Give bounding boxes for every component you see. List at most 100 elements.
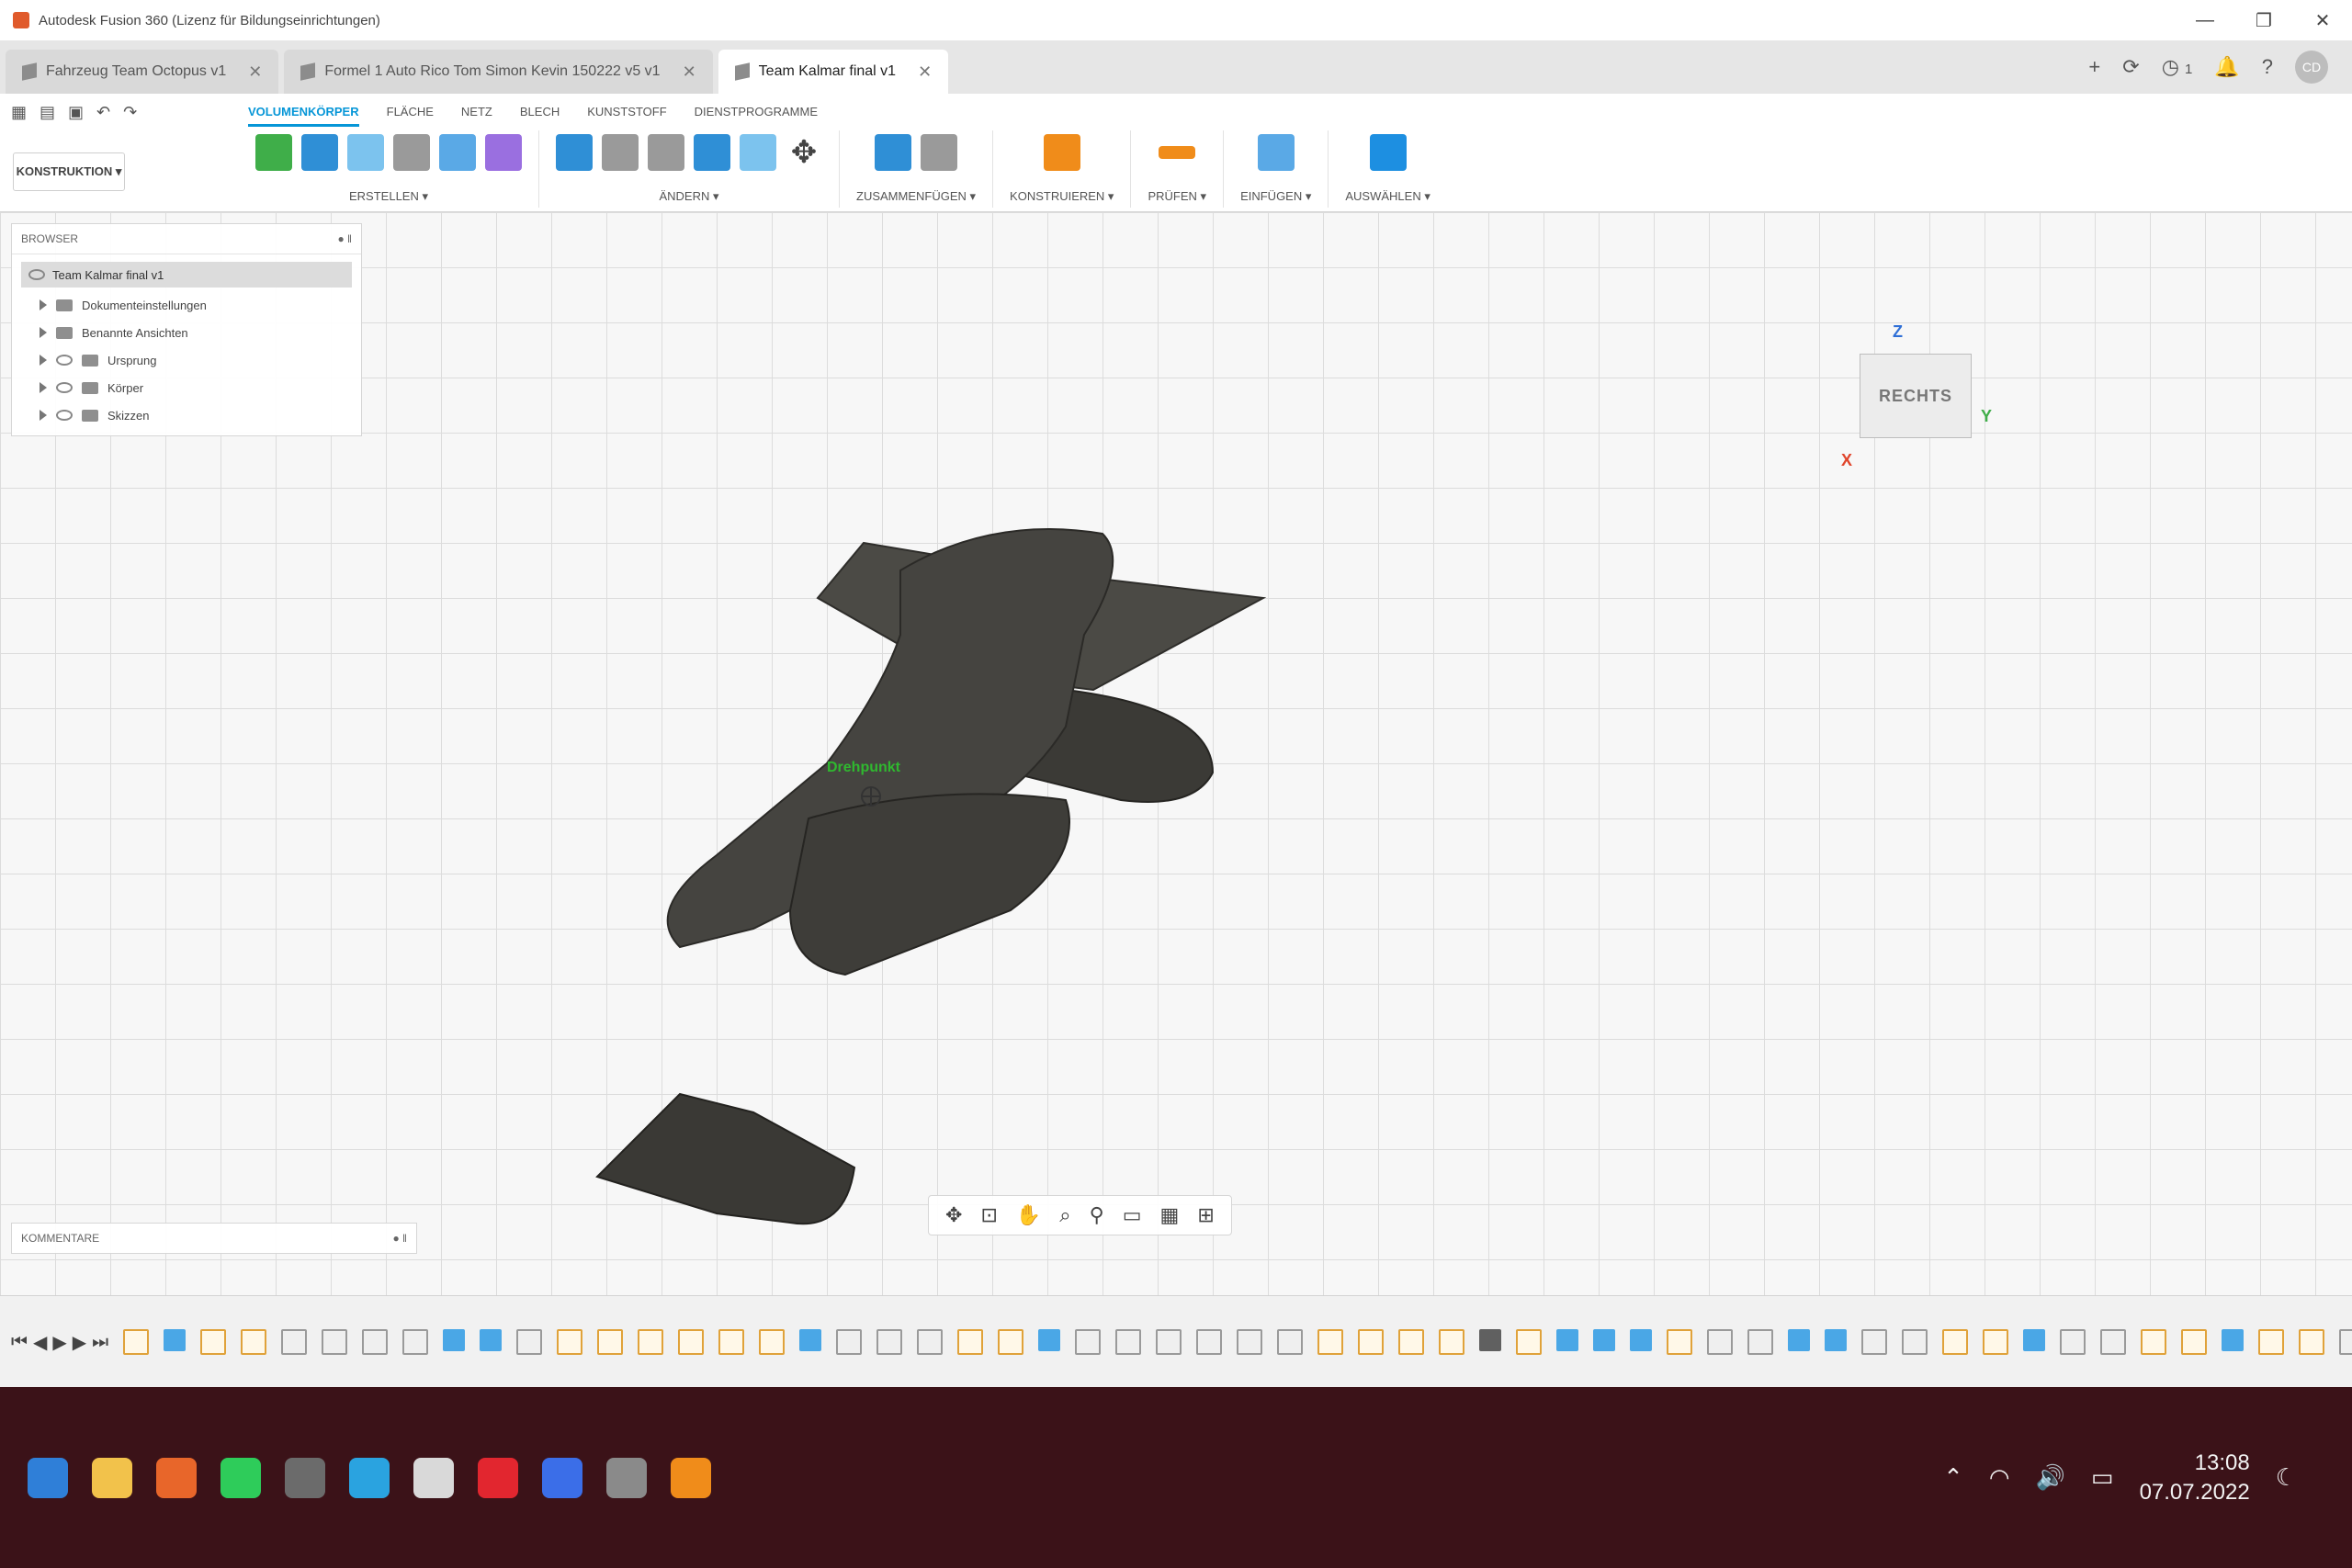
tab-formel-1-auto[interactable]: Formel 1 Auto Rico Tom Simon Kevin 15022… xyxy=(284,50,713,94)
tab-dienstprogramme[interactable]: DIENSTPROGRAMME xyxy=(695,105,818,127)
close-tab-icon[interactable]: ✕ xyxy=(918,62,932,82)
viewports-icon[interactable]: ⊞ xyxy=(1197,1203,1214,1227)
timeline-sketch-icon[interactable] xyxy=(1983,1329,2009,1355)
timeline-extrude-icon[interactable] xyxy=(443,1329,466,1351)
tab-fahrzeug-team-octopus[interactable]: Fahrzeug Team Octopus v1 ✕ xyxy=(6,50,279,94)
comments-toggle-icon[interactable]: ● ‖ xyxy=(392,1232,407,1245)
timeline-sketch-icon[interactable] xyxy=(2299,1329,2325,1355)
timeline-extrude-icon[interactable] xyxy=(1788,1329,1811,1351)
expand-arrow-icon[interactable] xyxy=(40,382,47,393)
tab-flaeche[interactable]: FLÄCHE xyxy=(387,105,434,127)
timeline-move-icon[interactable] xyxy=(1479,1329,1502,1351)
timeline-fillet-icon[interactable] xyxy=(1861,1329,1888,1355)
timeline-fillet-icon[interactable] xyxy=(362,1329,389,1355)
timeline-extrude-icon[interactable] xyxy=(164,1329,187,1351)
minimize-button[interactable]: — xyxy=(2176,0,2234,40)
look-at-icon[interactable]: ⊡ xyxy=(980,1203,997,1227)
extensions-icon[interactable]: ⟳ xyxy=(2122,55,2139,79)
canvas-viewport[interactable]: Drehpunkt BROWSER ● ‖ Team Kalmar final … xyxy=(0,212,2352,1295)
tab-volumenkoerper[interactable]: VOLUMENKÖRPER xyxy=(248,105,359,127)
telegram-app-icon[interactable] xyxy=(349,1457,390,1498)
timeline-fillet-icon[interactable] xyxy=(516,1329,543,1355)
start-app-icon[interactable] xyxy=(28,1457,68,1498)
firefox-app-icon[interactable] xyxy=(156,1457,197,1498)
timeline-sketch-icon[interactable] xyxy=(597,1329,624,1355)
timeline-extrude-icon[interactable] xyxy=(1630,1329,1653,1351)
browser-item-benannte-ansichten[interactable]: Benannte Ansichten xyxy=(12,319,361,346)
chevron-up-icon[interactable]: ⌃ xyxy=(1943,1463,1963,1492)
group-label-konstruieren[interactable]: KONSTRUIEREN ▾ xyxy=(1010,189,1114,204)
side-pod[interactable] xyxy=(788,793,1070,976)
timeline-sketch-icon[interactable] xyxy=(759,1329,786,1355)
explorer-app-icon[interactable] xyxy=(92,1457,132,1498)
timeline-sketch-icon[interactable] xyxy=(718,1329,745,1355)
timeline-extrude-icon[interactable] xyxy=(1593,1329,1616,1351)
visibility-eye-icon[interactable] xyxy=(28,269,45,280)
timeline-fillet-icon[interactable] xyxy=(1707,1329,1734,1355)
new-component-icon[interactable] xyxy=(875,134,912,171)
visibility-eye-icon[interactable] xyxy=(56,355,73,366)
timeline-fillet-icon[interactable] xyxy=(2100,1329,2127,1355)
file-menu-icon[interactable]: ▤ xyxy=(40,103,55,122)
timeline-sketch-icon[interactable] xyxy=(2181,1329,2208,1355)
chrome-app-icon[interactable] xyxy=(413,1457,454,1498)
browser-collapse-icon[interactable]: ● ‖ xyxy=(337,232,352,245)
timeline-fillet-icon[interactable] xyxy=(1902,1329,1928,1355)
timeline-sketch-icon[interactable] xyxy=(1358,1329,1385,1355)
comments-panel[interactable]: KOMMENTARE ● ‖ xyxy=(11,1223,417,1254)
timeline-fillet-icon[interactable] xyxy=(1115,1329,1142,1355)
timeline-play-icon[interactable]: ▶ xyxy=(52,1331,66,1354)
restore-button[interactable]: ❐ xyxy=(2234,0,2293,40)
notifications-bell-icon[interactable]: 🔔 xyxy=(2214,55,2239,79)
expand-arrow-icon[interactable] xyxy=(40,410,47,421)
redo-icon[interactable]: ↷ xyxy=(123,103,137,122)
timeline-fillet-icon[interactable] xyxy=(1075,1329,1102,1355)
measure-icon[interactable] xyxy=(1159,146,1196,159)
browser-item-ursprung[interactable]: Ursprung xyxy=(12,346,361,374)
timeline-fillet-icon[interactable] xyxy=(876,1329,903,1355)
timeline-sketch-icon[interactable] xyxy=(1398,1329,1425,1355)
grid-settings-icon[interactable]: ▦ xyxy=(1160,1203,1180,1227)
zoom-icon[interactable]: ⚲ xyxy=(1090,1203,1104,1227)
timeline-sketch-icon[interactable] xyxy=(678,1329,705,1355)
select-icon[interactable] xyxy=(1369,134,1407,171)
group-label-auswaehlen[interactable]: AUSWÄHLEN ▾ xyxy=(1345,189,1430,204)
browser-item-dokumenteinstellungen[interactable]: Dokumenteinstellungen xyxy=(12,291,361,319)
system-clock[interactable]: 13:08 07.07.2022 xyxy=(2140,1449,2250,1507)
group-label-erstellen[interactable]: ERSTELLEN ▾ xyxy=(349,189,428,204)
volume-icon[interactable]: 🔊 xyxy=(2036,1463,2065,1492)
wifi-icon[interactable]: ◠ xyxy=(1989,1463,2010,1492)
signal-app-icon[interactable] xyxy=(542,1457,582,1498)
timeline-sketch-icon[interactable] xyxy=(1439,1329,1465,1355)
timeline-fillet-icon[interactable] xyxy=(1277,1329,1304,1355)
expand-arrow-icon[interactable] xyxy=(40,299,47,310)
timeline-first-icon[interactable]: ⏮ xyxy=(11,1332,28,1353)
timeline-sketch-icon[interactable] xyxy=(241,1329,267,1355)
display-settings-icon[interactable]: ▭ xyxy=(1123,1203,1142,1227)
pattern-icon[interactable] xyxy=(439,134,476,171)
job-status-icon[interactable]: ◷ 1 xyxy=(2162,55,2193,79)
zoom-window-icon[interactable]: ⌕ xyxy=(1059,1203,1070,1227)
data-panel-icon[interactable]: ▦ xyxy=(11,103,27,122)
expand-arrow-icon[interactable] xyxy=(40,355,47,366)
visibility-eye-icon[interactable] xyxy=(56,382,73,393)
browser-item-skizzen[interactable]: Skizzen xyxy=(12,401,361,429)
timeline-sketch-icon[interactable] xyxy=(1516,1329,1543,1355)
front-wing[interactable] xyxy=(595,1092,856,1225)
focus-moon-icon[interactable]: ☾ xyxy=(2276,1463,2297,1492)
group-label-einfuegen[interactable]: EINFÜGEN ▾ xyxy=(1240,189,1311,204)
insert-image-icon[interactable] xyxy=(1257,134,1295,171)
timeline-extrude-icon[interactable] xyxy=(2023,1329,2046,1351)
timeline-extrude-icon[interactable] xyxy=(480,1329,503,1351)
close-button[interactable]: ✕ xyxy=(2293,0,2352,40)
orbit-icon[interactable]: ✥ xyxy=(945,1203,962,1227)
revolve-icon[interactable] xyxy=(347,134,384,171)
close-tab-icon[interactable]: ✕ xyxy=(683,62,696,82)
timeline-sketch-icon[interactable] xyxy=(2141,1329,2167,1355)
expand-arrow-icon[interactable] xyxy=(40,327,47,338)
tab-blech[interactable]: BLECH xyxy=(520,105,560,127)
timeline-sketch-icon[interactable] xyxy=(200,1329,227,1355)
timeline-sketch-icon[interactable] xyxy=(1667,1329,1693,1355)
timeline-forward-icon[interactable]: ▶ xyxy=(73,1331,86,1354)
group-label-aendern[interactable]: ÄNDERN ▾ xyxy=(659,189,718,204)
